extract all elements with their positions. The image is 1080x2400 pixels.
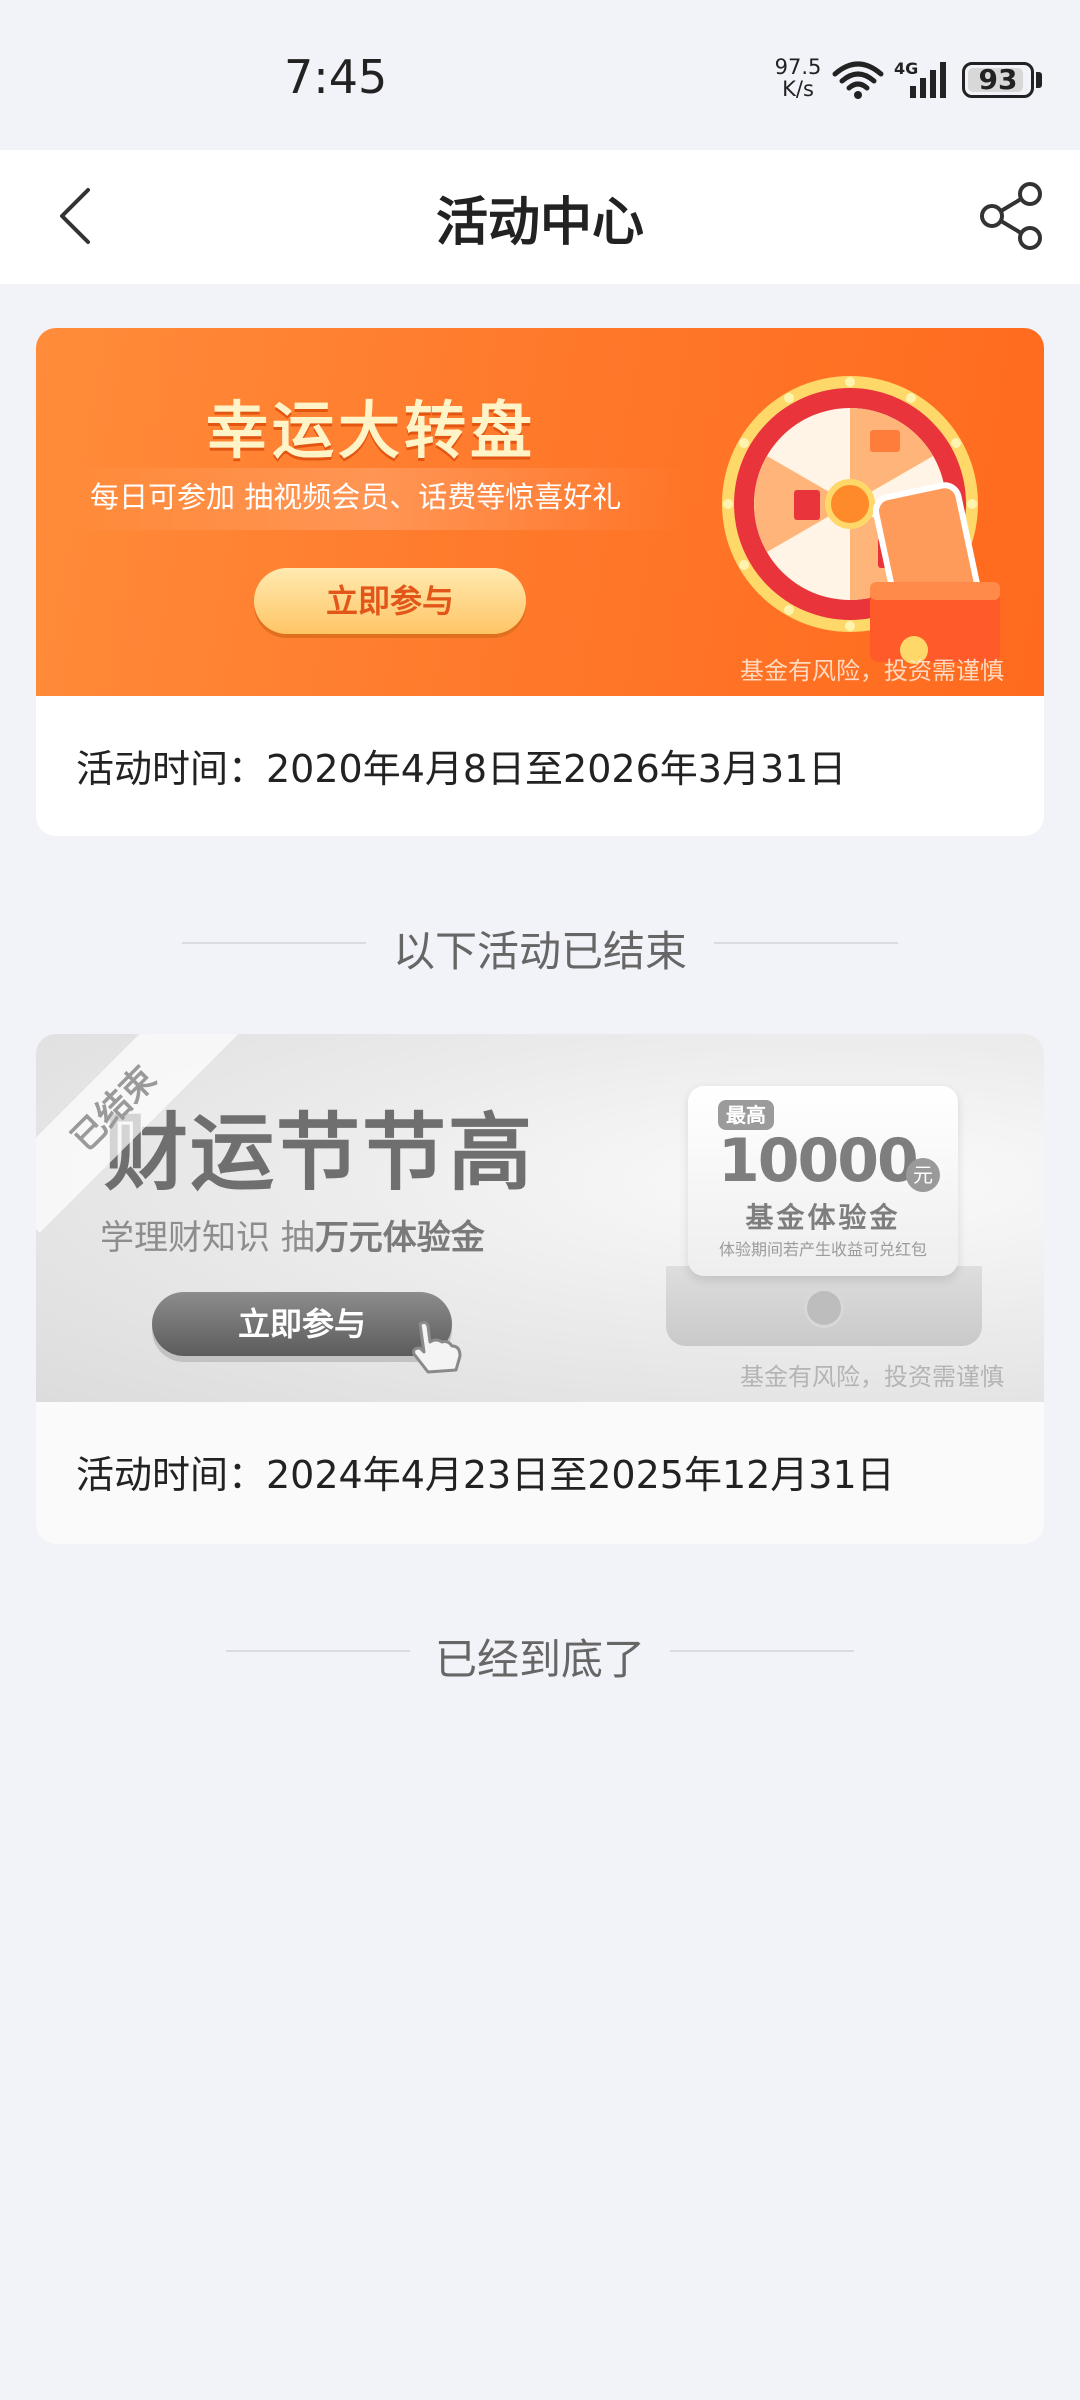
banner-title: 财运节节高 — [104, 1104, 535, 1202]
risk-notice: 基金有风险，投资需谨慎 — [740, 1363, 1004, 1391]
activity-time: 活动时间：2020年4月8日至2026年3月31日 — [76, 747, 847, 791]
nav-bar: 活动中心 — [0, 150, 1080, 284]
network-speed: 97.5 K/s — [770, 56, 826, 100]
banner-subtitle-highlight: 万元体验金 — [314, 1218, 485, 1258]
activity-card-wealth[interactable]: 财运节节高 已结束 学理财知识 抽万元体验金 立即参与 最高 10000 元 基… — [36, 1034, 1044, 1544]
divider-line-right — [670, 1650, 854, 1652]
cellular-signal-icon: 4G — [894, 59, 946, 98]
activity-banner[interactable]: 财运节节高 已结束 学理财知识 抽万元体验金 立即参与 最高 10000 元 基… — [36, 1034, 1044, 1402]
banner-title: 幸运大转盘 — [206, 394, 537, 467]
network-speed-unit: K/s — [782, 77, 814, 101]
ended-divider: 以下活动已结束 — [0, 912, 1080, 976]
banner-subtitle-prefix: 学理财知识 抽 — [100, 1218, 315, 1258]
battery-icon: 93 — [962, 62, 1034, 98]
network-speed-value: 97.5 — [774, 55, 822, 79]
activity-banner[interactable]: 幸运大转盘 每日可参加 抽视频会员、话费等惊喜好礼 立即参与 基金有风险，投资需… — [36, 328, 1044, 696]
end-of-list-divider: 已经到底了 — [0, 1620, 1080, 1684]
coupon-note: 体验期间若产生收益可兑红包 — [718, 1240, 927, 1259]
status-time: 7:45 — [284, 50, 388, 104]
share-icon — [980, 182, 1042, 250]
join-button[interactable]: 立即参与 — [254, 568, 526, 634]
wifi-icon — [832, 61, 884, 99]
coupon-unit: 元 — [906, 1158, 940, 1192]
banner-subtitle: 每日可参加 抽视频会员、话费等惊喜好礼 — [90, 480, 622, 514]
risk-notice: 基金有风险，投资需谨慎 — [740, 657, 1004, 685]
end-of-list-label: 已经到底了 — [434, 1635, 645, 1684]
coupon-name: 基金体验金 — [745, 1201, 901, 1234]
page-title: 活动中心 — [435, 193, 644, 253]
battery-percent: 93 — [978, 63, 1018, 96]
banner-subtitle: 学理财知识 抽万元体验金 — [100, 1210, 485, 1259]
coupon-amount: 10000 — [718, 1126, 919, 1196]
status-bar: 7:45 97.5 K/s 4G 93 — [0, 0, 1080, 150]
pointer-hand-icon — [412, 1320, 462, 1374]
ended-divider-label: 以下活动已结束 — [392, 927, 687, 976]
activity-time: 活动时间：2024年4月23日至2025年12月31日 — [76, 1453, 895, 1497]
share-button[interactable] — [974, 176, 1054, 256]
coin-icon — [804, 1288, 844, 1328]
prize-wheel-illustration — [722, 376, 1000, 664]
activity-card-lucky-wheel[interactable]: 幸运大转盘 每日可参加 抽视频会员、话费等惊喜好礼 立即参与 基金有风险，投资需… — [36, 328, 1044, 836]
battery-tip — [1036, 72, 1042, 88]
network-type-label: 4G — [894, 59, 918, 78]
experience-coupon: 最高 10000 元 基金体验金 体验期间若产生收益可兑红包 — [688, 1086, 958, 1276]
divider-line-right — [714, 942, 898, 944]
